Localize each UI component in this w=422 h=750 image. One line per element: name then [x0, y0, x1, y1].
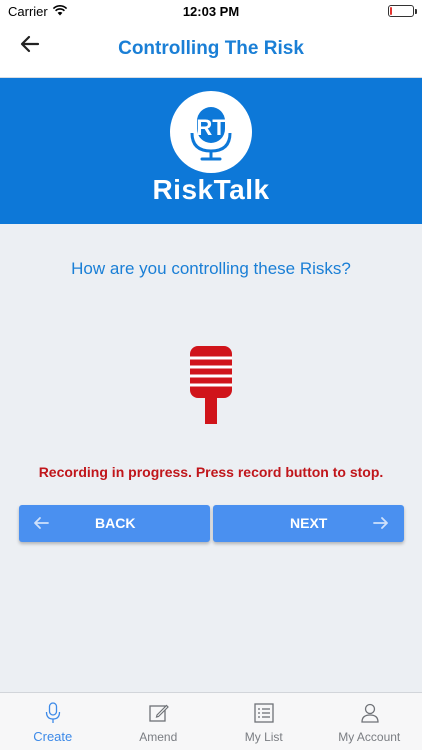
svg-text:RT: RT [196, 115, 226, 140]
tab-my-list-label: My List [244, 730, 283, 744]
question-prompt: How are you controlling these Risks? [71, 259, 351, 278]
recording-status: Recording in progress. Press record butt… [38, 464, 384, 480]
tab-amend-label: Amend [139, 730, 178, 744]
next-button[interactable]: NEXT [213, 505, 404, 542]
tab-my-account-label: My Account [338, 730, 401, 744]
tab-create-label: Create [33, 729, 73, 744]
status-bar: Carrier 12:03 PM [0, 0, 422, 24]
list-icon [254, 703, 274, 723]
back-button[interactable]: BACK [19, 505, 210, 542]
next-button-label: NEXT [290, 515, 328, 531]
risktalk-logo-icon: RT [190, 107, 232, 161]
screen: Carrier 12:03 PM Controlling The Risk RT [0, 0, 422, 750]
tab-amend[interactable]: Amend [106, 693, 212, 750]
page-title: Controlling The Risk [118, 38, 304, 59]
battery-level [390, 7, 392, 15]
microphone-icon [45, 702, 61, 723]
logo-badge: RT [170, 91, 252, 173]
brand-banner: RT RiskTalk [0, 78, 422, 224]
tab-bar: Create Amend My List My Account [0, 692, 422, 750]
microphone-icon[interactable] [188, 346, 234, 424]
arrow-left-icon [34, 517, 49, 529]
tab-create[interactable]: Create [0, 693, 106, 750]
tab-my-account[interactable]: My Account [317, 693, 422, 750]
back-button-label: BACK [95, 515, 136, 531]
arrow-right-icon [373, 517, 388, 529]
person-icon [360, 703, 379, 723]
navigation-bar: Controlling The Risk [0, 24, 422, 78]
tab-my-list[interactable]: My List [211, 693, 317, 750]
edit-icon [148, 704, 169, 722]
battery-icon [388, 5, 417, 17]
clock: 12:03 PM [182, 4, 240, 19]
logo-wordmark: RiskTalk [152, 174, 270, 205]
